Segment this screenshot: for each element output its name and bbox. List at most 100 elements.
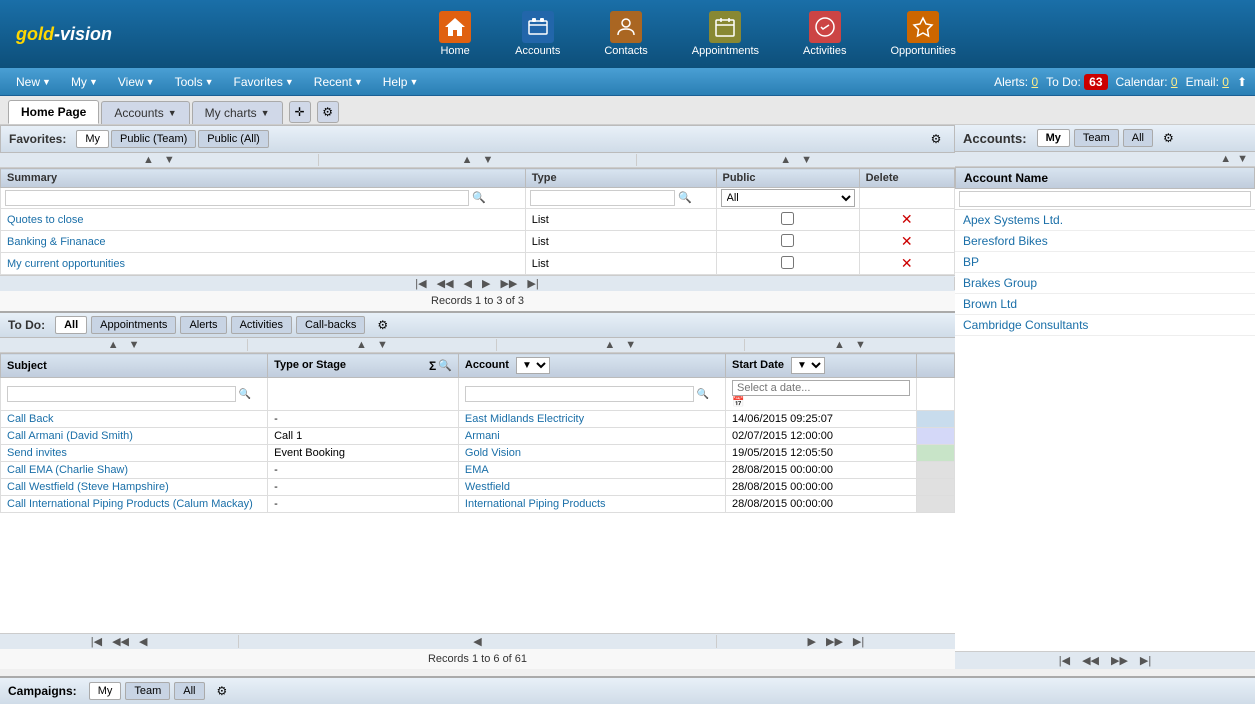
menu-help[interactable]: Help ▼ xyxy=(375,73,427,91)
account-search-row[interactable] xyxy=(955,189,1255,210)
account-item-5[interactable]: Brown Ltd xyxy=(955,294,1255,315)
fav-row3-delete[interactable]: ✕ xyxy=(859,253,954,275)
nav-home[interactable]: Home xyxy=(427,7,483,61)
menu-new[interactable]: New ▼ xyxy=(8,73,59,91)
accounts-tab-all[interactable]: All xyxy=(1123,129,1153,147)
favorites-settings-icon[interactable]: ⚙ xyxy=(926,129,946,149)
fav-search-cell[interactable]: 🔍 xyxy=(1,188,526,209)
fav-checkbox-2[interactable] xyxy=(781,234,794,247)
fav-type-search[interactable]: 🔍 xyxy=(525,188,716,209)
fav-row2-public[interactable] xyxy=(716,231,859,253)
nav-first[interactable]: ▲ xyxy=(140,154,157,166)
menu-my[interactable]: My ▼ xyxy=(63,73,106,91)
alerts-count[interactable]: 0 xyxy=(1031,75,1038,89)
todo-subject-search[interactable]: 🔍 xyxy=(1,378,268,411)
todo-tab-alerts[interactable]: Alerts xyxy=(180,316,226,334)
acc-prev2[interactable]: ◀◀ xyxy=(1079,654,1102,667)
todo-account-5[interactable]: Westfield xyxy=(465,481,510,493)
todo-subject-input[interactable] xyxy=(7,386,236,402)
todo-tab-appointments[interactable]: Appointments xyxy=(91,316,176,334)
account-item-2[interactable]: Beresford Bikes xyxy=(955,231,1255,252)
date-search-icon[interactable]: 📅 xyxy=(732,397,744,408)
menu-favorites[interactable]: Favorites ▼ xyxy=(226,73,302,91)
todo-row5-subject[interactable]: Call Westfield (Steve Hampshire) xyxy=(1,479,268,496)
todo-account-4[interactable]: EMA xyxy=(465,464,489,476)
campaigns-tab-team[interactable]: Team xyxy=(125,682,170,700)
tab-mycharts-dropdown[interactable]: ▼ xyxy=(261,108,270,118)
todo-col-subject[interactable]: Subject xyxy=(1,354,268,378)
todo-row2-subject[interactable]: Call Armani (David Smith) xyxy=(1,428,268,445)
todo-col-startdate[interactable]: Start Date ▼ xyxy=(726,354,917,378)
accounts-settings-icon[interactable]: ⚙ xyxy=(1163,131,1174,145)
accounts-tab-my[interactable]: My xyxy=(1037,129,1070,147)
fav-row3-summary[interactable]: My current opportunities xyxy=(1,253,526,275)
todo-row3-account[interactable]: Gold Vision xyxy=(458,445,725,462)
fav-row1-public[interactable] xyxy=(716,209,859,231)
account-filter-select[interactable]: ▼ xyxy=(516,357,550,374)
nav-activities[interactable]: Activities xyxy=(791,7,858,61)
fav-delete-3[interactable]: ✕ xyxy=(901,255,913,271)
todo-link-4[interactable]: Call EMA (Charlie Shaw) xyxy=(7,464,128,476)
fav-link-2[interactable]: Banking & Finanace xyxy=(7,236,105,248)
todo-count[interactable]: 63 xyxy=(1084,74,1107,90)
todo-account-input[interactable] xyxy=(465,386,694,402)
todo-tab-callbacks[interactable]: Call-backs xyxy=(296,316,365,334)
todo-col4-dn[interactable]: ▼ xyxy=(852,339,869,351)
todo-account-2[interactable]: Armani xyxy=(465,430,500,442)
fav-last-btn[interactable]: ▶| xyxy=(524,277,541,290)
todo-first[interactable]: |◀ xyxy=(88,635,105,648)
account-item-1[interactable]: Apex Systems Ltd. xyxy=(955,210,1255,231)
tab-accounts[interactable]: Accounts ▼ xyxy=(101,101,189,124)
todo-row1-account[interactable]: East Midlands Electricity xyxy=(458,411,725,428)
account-item-6[interactable]: Cambridge Consultants xyxy=(955,315,1255,336)
fav-row2-summary[interactable]: Banking & Finanace xyxy=(1,231,526,253)
todo-link-1[interactable]: Call Back xyxy=(7,413,53,425)
fav-next-pg[interactable]: ▶ xyxy=(479,277,493,290)
favorites-tab-public-all[interactable]: Public (All) xyxy=(198,130,269,148)
tab-mycharts[interactable]: My charts ▼ xyxy=(192,101,283,124)
fav-prev-pg[interactable]: ◀ xyxy=(461,277,475,290)
nav-contacts[interactable]: Contacts xyxy=(592,7,659,61)
todo-prev[interactable]: ◀ xyxy=(136,635,150,648)
todo-account-6[interactable]: International Piping Products xyxy=(465,498,606,510)
nav-prev[interactable]: ▼ xyxy=(161,154,178,166)
menu-view[interactable]: View ▼ xyxy=(110,73,163,91)
tab-homepage[interactable]: Home Page xyxy=(8,100,99,124)
todo-row3-subject[interactable]: Send invites xyxy=(1,445,268,462)
fav-checkbox-1[interactable] xyxy=(781,212,794,225)
acc-next2[interactable]: ▶▶ xyxy=(1108,654,1131,667)
sigma-icon[interactable]: Σ xyxy=(429,359,436,373)
todo-settings-icon[interactable]: ⚙ xyxy=(377,318,388,332)
favorites-tab-public-team[interactable]: Public (Team) xyxy=(111,130,196,148)
startdate-filter-select[interactable]: ▼ xyxy=(791,357,825,374)
fav-row1-summary[interactable]: Quotes to close xyxy=(1,209,526,231)
todo-prev2[interactable]: ◀◀ xyxy=(109,635,132,648)
todo-row6-subject[interactable]: Call International Piping Products (Calu… xyxy=(1,496,268,513)
accounts-tab-team[interactable]: Team xyxy=(1074,129,1119,147)
todo-row2-account[interactable]: Armani xyxy=(458,428,725,445)
fav-next-btn[interactable]: ▶▶ xyxy=(497,277,520,290)
todo-link-2[interactable]: Call Armani (David Smith) xyxy=(7,430,133,442)
nav-accounts[interactable]: Accounts xyxy=(503,7,572,61)
fav-public-select-cell[interactable]: All Yes No xyxy=(716,188,859,209)
tab-accounts-dropdown[interactable]: ▼ xyxy=(168,108,177,118)
campaigns-tab-my[interactable]: My xyxy=(89,682,122,700)
accounts-sort-up[interactable]: ▲ xyxy=(1217,153,1234,165)
todo-col1-up[interactable]: ▲ xyxy=(105,339,122,351)
todo-link-3[interactable]: Send invites xyxy=(7,447,67,459)
todo-account-3[interactable]: Gold Vision xyxy=(465,447,521,459)
calendar-count[interactable]: 0 xyxy=(1171,75,1178,89)
todo-link-6[interactable]: Call International Piping Products (Calu… xyxy=(7,498,253,510)
nav-dn3[interactable]: ▼ xyxy=(798,154,815,166)
todo-col-account[interactable]: Account ▼ xyxy=(458,354,725,378)
fav-link-3[interactable]: My current opportunities xyxy=(7,258,125,270)
fav-prev-btn[interactable]: ◀◀ xyxy=(434,277,457,290)
todo-col-type[interactable]: Type or Stage Σ 🔍 xyxy=(268,354,459,378)
acc-last[interactable]: ▶| xyxy=(1137,654,1154,667)
email-count[interactable]: 0 xyxy=(1222,75,1229,89)
fav-search-input[interactable] xyxy=(5,190,469,206)
nav-up3[interactable]: ▲ xyxy=(777,154,794,166)
todo-account-search[interactable]: 🔍 xyxy=(458,378,725,411)
todo-next2[interactable]: ▶▶ xyxy=(823,635,846,648)
fav-row1-delete[interactable]: ✕ xyxy=(859,209,954,231)
